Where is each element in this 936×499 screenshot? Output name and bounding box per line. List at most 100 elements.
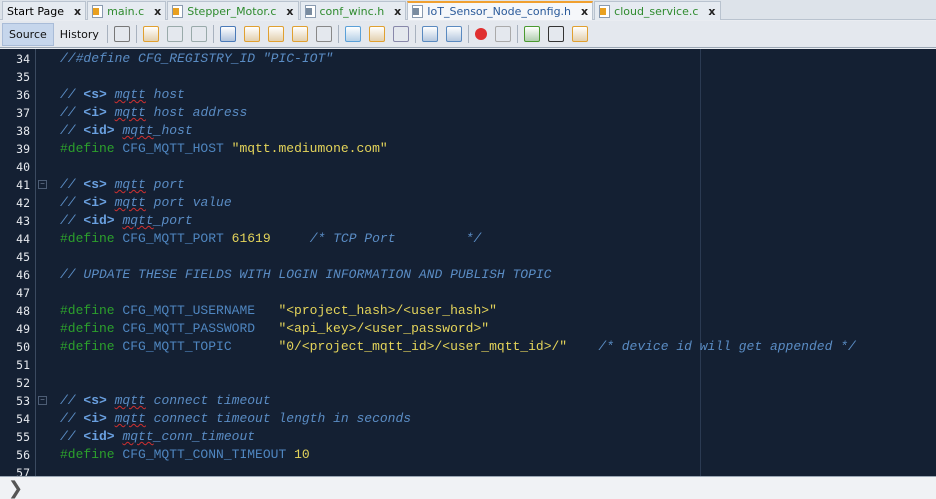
fold-collapse-icon[interactable]: − <box>38 396 47 405</box>
misspelled-word: mqtt <box>122 429 154 444</box>
tab-label: conf_winc.h <box>319 4 385 18</box>
code-line[interactable]: 53− // <s> mqtt connect timeout <box>0 392 936 410</box>
code-line[interactable]: 54 // <i> mqtt connect timeout length in … <box>0 410 936 428</box>
line-number: 43 <box>16 214 30 228</box>
code-line[interactable]: 35 <box>0 68 936 86</box>
code-line[interactable]: 44 #define CFG_MQTT_PORT 61619 /* TCP Por… <box>0 230 936 248</box>
code-line[interactable]: 46 // UPDATE THESE FIELDS WITH LOGIN INFO… <box>0 266 936 284</box>
paste-icon[interactable] <box>113 26 130 42</box>
code-text: // <s> mqtt connect timeout <box>60 392 271 410</box>
back-icon[interactable] <box>166 26 183 42</box>
h-file-icon <box>412 5 424 18</box>
close-tab-icon[interactable]: x <box>286 5 293 18</box>
line-number: 34 <box>16 52 30 66</box>
code-token: // <box>60 87 84 102</box>
record-macro-icon[interactable] <box>474 28 487 40</box>
code-text: //#define CFG_REGISTRY_ID "PIC-IOT" <box>60 50 333 68</box>
code-token: <s> <box>83 177 107 192</box>
code-line[interactable]: 36 // <s> mqtt host <box>0 86 936 104</box>
code-line[interactable]: 37 // <i> mqtt host address <box>0 104 936 122</box>
code-line[interactable]: 39 #define CFG_MQTT_HOST "mqtt.mediumone.… <box>0 140 936 158</box>
tab-label: IoT_Sensor_Node_config.h <box>427 5 572 18</box>
toggle-bookmark-icon[interactable] <box>392 26 409 42</box>
code-token: _port <box>153 213 193 228</box>
close-tab-icon[interactable]: x <box>708 5 715 18</box>
line-number: 55 <box>16 430 30 444</box>
line-number: 49 <box>16 322 30 336</box>
code-line[interactable]: 42 // <i> mqtt port value <box>0 194 936 212</box>
code-token: <id> <box>83 123 115 138</box>
code-line[interactable]: 57 <box>0 464 936 476</box>
history-button[interactable]: History <box>54 23 105 46</box>
close-tab-icon[interactable]: x <box>581 5 588 18</box>
code-line[interactable]: 38 // <id> mqtt_host <box>0 122 936 140</box>
code-text: // <id> mqtt_port <box>60 212 193 230</box>
line-number: 37 <box>16 106 30 120</box>
code-line[interactable]: 43 // <id> mqtt_port <box>0 212 936 230</box>
line-number: 38 <box>16 124 30 138</box>
tab-iot-sensor-node-config-h[interactable]: IoT_Sensor_Node_config.h x <box>407 1 594 20</box>
source-button[interactable]: Source <box>2 22 54 46</box>
code-line[interactable]: 34 //#define CFG_REGISTRY_ID "PIC-IOT" <box>0 50 936 68</box>
h-file-icon <box>304 4 316 18</box>
code-line[interactable]: 51 <box>0 356 936 374</box>
tab-stepper-motor-c[interactable]: Stepper_Motor.c x <box>167 1 299 20</box>
find-previous-icon[interactable] <box>243 26 260 42</box>
code-line[interactable]: 45 <box>0 248 936 266</box>
code-token: // <box>60 105 84 120</box>
tab-main-c[interactable]: main.c x <box>87 1 167 20</box>
code-token: _host <box>153 123 193 138</box>
find-next-icon[interactable] <box>267 26 284 42</box>
tab-cloud-service-c[interactable]: cloud_service.c x <box>594 1 721 20</box>
code-token: <i> <box>83 195 107 210</box>
code-line[interactable]: 55 // <id> mqtt_conn_timeout <box>0 428 936 446</box>
code-line[interactable]: 48 #define CFG_MQTT_USERNAME "<project_ha… <box>0 302 936 320</box>
previous-bookmark-icon[interactable] <box>344 26 361 42</box>
code-line[interactable]: 50 #define CFG_MQTT_TOPIC "0/<project_mqt… <box>0 338 936 356</box>
code-token: port <box>145 177 185 192</box>
header-switch-icon[interactable] <box>571 26 588 42</box>
shift-right-icon[interactable] <box>445 26 462 42</box>
code-line[interactable]: 52 <box>0 374 936 392</box>
code-line[interactable]: 49 #define CFG_MQTT_PASSWORD "<api_key>/<… <box>0 320 936 338</box>
toolbar-separator <box>135 25 137 43</box>
shift-left-icon[interactable] <box>421 26 438 42</box>
forward-icon[interactable] <box>190 26 207 42</box>
line-number: 50 <box>16 340 30 354</box>
find-icon[interactable] <box>219 26 236 42</box>
comment-icon[interactable] <box>523 26 540 42</box>
code-line[interactable]: 56 #define CFG_MQTT_CONN_TIMEOUT 10 <box>0 446 936 464</box>
toggle-highlight-icon[interactable] <box>291 26 308 42</box>
code-editor[interactable]: 34 //#define CFG_REGISTRY_ID "PIC-IOT" 35 3… <box>0 49 936 476</box>
tab-conf-winc-h[interactable]: conf_winc.h x <box>299 1 407 20</box>
last-edit-icon[interactable] <box>142 26 159 42</box>
code-line[interactable]: 47 <box>0 284 936 302</box>
fold-collapse-icon[interactable]: − <box>38 180 47 189</box>
close-tab-icon[interactable]: x <box>154 5 161 18</box>
code-token: // <box>60 429 84 444</box>
code-line[interactable]: 41− // <s> mqtt port <box>0 176 936 194</box>
stop-macro-icon[interactable] <box>494 26 511 42</box>
editor-toolbar: Source History <box>0 21 936 48</box>
uncomment-icon[interactable] <box>547 26 564 42</box>
code-token: // <box>60 393 84 408</box>
code-line[interactable]: 40 <box>0 158 936 176</box>
code-token: // <box>60 195 84 210</box>
line-number: 40 <box>16 160 30 174</box>
next-bookmark-icon[interactable] <box>368 26 385 42</box>
code-token: connect timeout length in seconds <box>145 411 412 426</box>
close-tab-icon[interactable]: x <box>74 5 81 18</box>
chevron-right-icon[interactable]: ❯ <box>8 478 23 499</box>
select-rectangle-icon[interactable] <box>315 26 332 42</box>
tab-start-page[interactable]: Start Page x <box>2 1 87 20</box>
code-text: #define CFG_MQTT_PORT 61619 /* TCP Port … <box>60 230 481 248</box>
line-number: 41 <box>16 178 30 192</box>
close-tab-icon[interactable]: x <box>394 5 401 18</box>
